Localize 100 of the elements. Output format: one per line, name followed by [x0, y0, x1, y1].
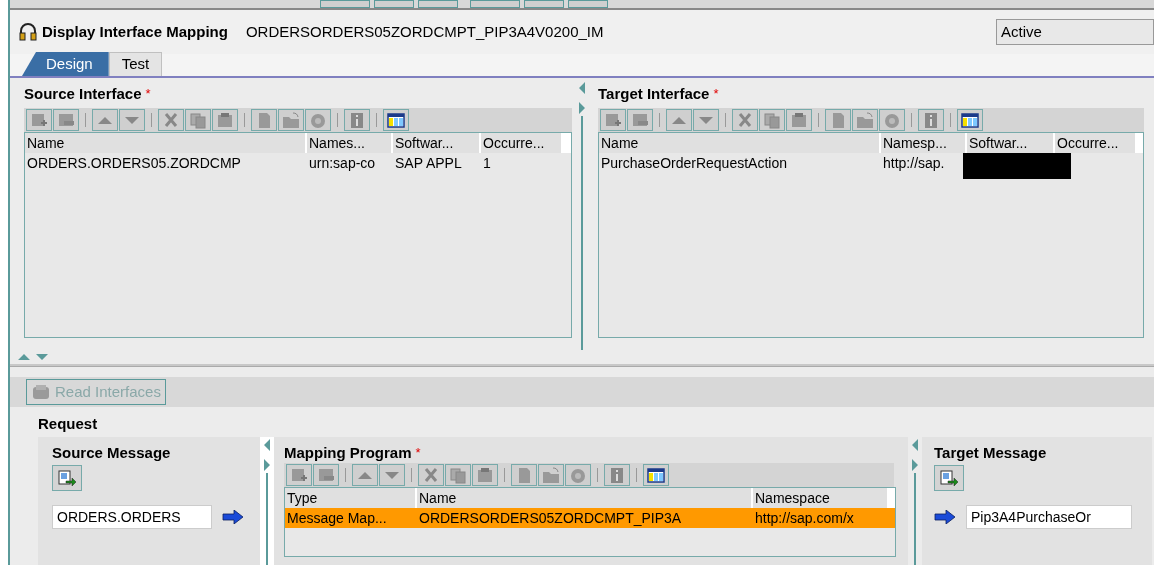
tab[interactable]: Design	[22, 52, 109, 76]
move-down-button[interactable]	[119, 109, 145, 131]
cut-button[interactable]	[158, 109, 184, 131]
cut-button[interactable]	[732, 109, 758, 131]
tab[interactable]: Test	[108, 52, 163, 76]
table-cell-text: Message Map...	[286, 509, 388, 528]
copy-button[interactable]	[445, 464, 471, 486]
source-message-field[interactable]: ORDERS.ORDERS	[52, 505, 212, 529]
table-cell-text: http://sap.com/x	[754, 509, 855, 528]
column-header[interactable]: Occurre...	[1055, 133, 1135, 153]
clipboard-icon	[789, 111, 809, 129]
copy-icon	[762, 111, 782, 129]
column-header[interactable]: Softwar...	[967, 133, 1053, 153]
add-row-button[interactable]	[600, 109, 626, 131]
paste-button[interactable]	[786, 109, 812, 131]
folder-icon	[855, 111, 875, 129]
move-down-button[interactable]	[693, 109, 719, 131]
new-button[interactable]	[511, 464, 537, 486]
section-title: Mapping Program	[284, 442, 412, 463]
page-plus-icon	[29, 111, 49, 129]
gear-icon	[308, 111, 328, 129]
column-header[interactable]: Names...	[307, 133, 391, 153]
splitter-arrows-icon[interactable]	[263, 437, 271, 473]
table-cell-text: http://sap.	[882, 154, 946, 173]
folder-icon	[541, 466, 561, 484]
open-button[interactable]	[852, 109, 878, 131]
new-button[interactable]	[825, 109, 851, 131]
splitter-arrows-icon[interactable]	[578, 80, 586, 116]
table-cell-text: ORDERSORDERS05ZORDCMPT_PIP3A	[418, 509, 683, 528]
insert-message-button[interactable]	[934, 465, 964, 491]
table-cell-text: urn:sap-co	[308, 154, 377, 173]
column-header[interactable]: Occurre...	[481, 133, 561, 153]
copy-icon	[448, 466, 468, 484]
where-used-button[interactable]	[565, 464, 591, 486]
table-icon	[386, 111, 406, 129]
column-header[interactable]: Name	[599, 133, 879, 153]
window-title: Display Interface Mapping	[42, 21, 228, 42]
table-cell-text: PurchaseOrderRequestAction	[600, 154, 788, 173]
paste-button[interactable]	[472, 464, 498, 486]
table-cell-text: ORDERS.ORDERS05.ZORDCMP	[26, 154, 242, 173]
move-up-button[interactable]	[352, 464, 378, 486]
column-header[interactable]: Softwar...	[393, 133, 479, 153]
page-minus-icon	[316, 466, 336, 484]
column-header[interactable]: Namespace	[753, 488, 887, 508]
section-title: Target Interface	[598, 83, 710, 104]
right-arrow-icon	[934, 510, 956, 524]
move-up-button[interactable]	[92, 109, 118, 131]
info-button[interactable]	[918, 109, 944, 131]
section-title: Target Message	[934, 442, 1047, 463]
columns-button[interactable]	[643, 464, 669, 486]
open-button[interactable]	[278, 109, 304, 131]
open-button[interactable]	[538, 464, 564, 486]
folder-icon	[281, 111, 301, 129]
table-icon	[646, 466, 666, 484]
headset-icon	[18, 23, 38, 41]
required-asterisk: *	[415, 444, 421, 463]
table-cell-text: SAP APPL	[394, 154, 463, 173]
splitter-arrows-icon[interactable]	[911, 437, 919, 473]
info-button[interactable]	[344, 109, 370, 131]
request-label: Request	[38, 413, 99, 434]
remove-row-button[interactable]	[53, 109, 79, 131]
required-asterisk: *	[145, 85, 151, 104]
new-button[interactable]	[251, 109, 277, 131]
insert-message-button[interactable]	[52, 465, 82, 491]
table-row[interactable]: Message Map... ORDERSORDERS05ZORDCMPT_PIP3A http://sap.com/x	[285, 508, 895, 528]
where-used-button[interactable]	[305, 109, 331, 131]
move-down-button[interactable]	[379, 464, 405, 486]
document-arrow-icon	[57, 469, 77, 487]
status-field: Active	[996, 19, 1154, 45]
page-minus-icon	[56, 111, 76, 129]
clipboard-icon	[475, 466, 495, 484]
column-header[interactable]: Namesp...	[881, 133, 965, 153]
add-row-button[interactable]	[26, 109, 52, 131]
column-header[interactable]: Name	[25, 133, 305, 153]
remove-row-button[interactable]	[627, 109, 653, 131]
database-icon	[31, 384, 51, 400]
page-plus-icon	[603, 111, 623, 129]
table-icon	[960, 111, 980, 129]
target-message-field[interactable]: Pip3A4PurchaseOr	[966, 505, 1132, 529]
right-arrow-icon	[222, 510, 244, 524]
columns-button[interactable]	[957, 109, 983, 131]
cut-button[interactable]	[418, 464, 444, 486]
clipboard-icon	[215, 111, 235, 129]
page-plus-icon	[289, 466, 309, 484]
paste-button[interactable]	[212, 109, 238, 131]
columns-button[interactable]	[383, 109, 409, 131]
move-up-button[interactable]	[666, 109, 692, 131]
page-minus-icon	[630, 111, 650, 129]
copy-button[interactable]	[759, 109, 785, 131]
add-row-button[interactable]	[286, 464, 312, 486]
document-arrow-icon	[939, 469, 959, 487]
column-header[interactable]: Name	[417, 488, 751, 508]
gear-icon	[568, 466, 588, 484]
required-asterisk: *	[713, 85, 719, 104]
column-header[interactable]: Type	[285, 488, 415, 508]
remove-row-button[interactable]	[313, 464, 339, 486]
where-used-button[interactable]	[879, 109, 905, 131]
object-name: ORDERSORDERS05ZORDCMPT_PIP3A4V0200_IM	[245, 21, 604, 42]
info-button[interactable]	[604, 464, 630, 486]
copy-button[interactable]	[185, 109, 211, 131]
